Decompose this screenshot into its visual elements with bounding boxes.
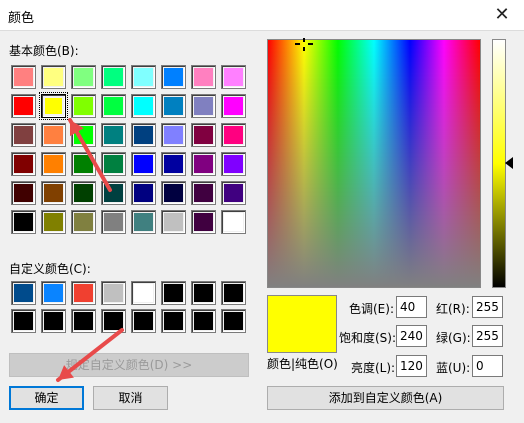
annotation-arrow-icon xyxy=(56,118,124,382)
annotation-arrows xyxy=(56,118,124,382)
